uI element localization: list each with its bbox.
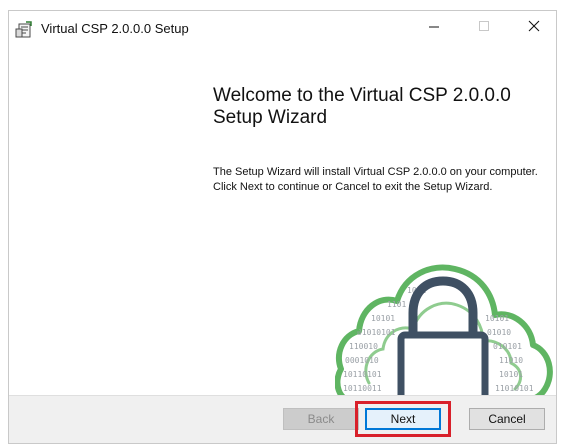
binary-text: 11010 [499,356,523,365]
screen: Virtual CSP 2.0.0.0 Setup Welcome to the… [0,0,562,444]
binary-text: 01010 [487,328,511,337]
cancel-button[interactable]: Cancel [469,408,545,430]
back-button[interactable]: Back [283,408,359,430]
button-bar: Back Next Cancel [9,395,556,443]
installer-window: Virtual CSP 2.0.0.0 Setup Welcome to the… [8,10,557,444]
binary-text: 01010101 [357,328,396,337]
binary-text: 10101 [371,314,395,323]
binary-text: 10110101 [343,370,382,379]
binary-text: 110010 [349,342,378,351]
maximize-icon [478,19,490,37]
cloud-lock-illustration: 1011 1101 10101 01010101 110010 0001010 … [334,251,555,411]
binary-text: 10101 [499,370,523,379]
minimize-button[interactable] [411,11,457,45]
maximize-button[interactable] [461,11,507,45]
wizard-content: Welcome to the Virtual CSP 2.0.0.0 Setup… [9,45,556,407]
binary-text: 11010101 [495,384,534,393]
binary-text: 10110011 [343,384,382,393]
binary-text: 010101 [493,342,522,351]
installer-app-icon [15,21,33,39]
title-bar[interactable]: Virtual CSP 2.0.0.0 Setup [9,11,556,45]
window-title: Virtual CSP 2.0.0.0 Setup [41,21,189,36]
next-button[interactable]: Next [365,408,441,430]
binary-text: 0001010 [345,356,379,365]
wizard-heading: Welcome to the Virtual CSP 2.0.0.0 Setup… [213,85,511,128]
binary-text: 10101 [485,314,509,323]
wizard-description: The Setup Wizard will install Virtual CS… [213,166,538,193]
close-icon [528,19,540,37]
close-button[interactable] [511,11,556,45]
minimize-icon [428,19,440,37]
binary-text: 1101 [387,300,406,309]
